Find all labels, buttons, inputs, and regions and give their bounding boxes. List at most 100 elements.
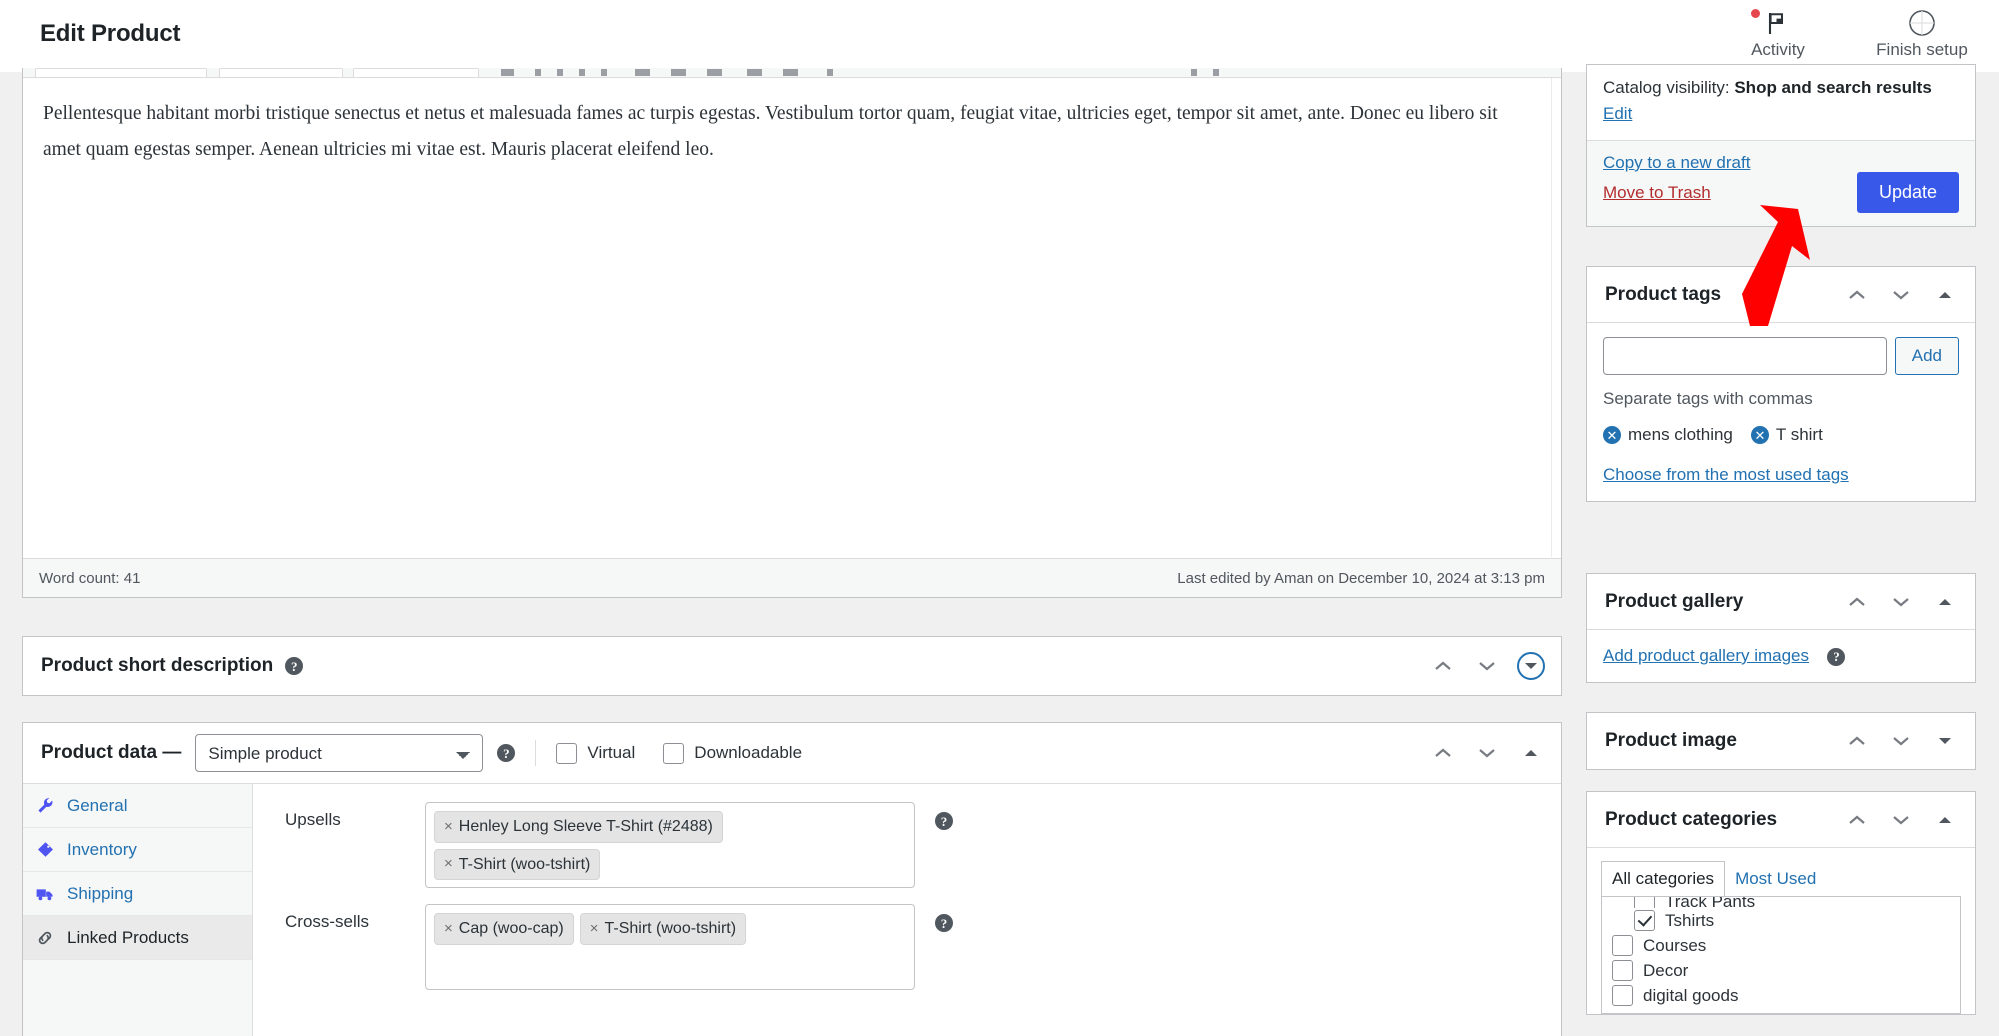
category-item-track-pants[interactable]: Track Pants [1612,897,1950,908]
tab-linked-products[interactable]: Linked Products [23,916,252,960]
category-item-decor[interactable]: Decor [1612,958,1950,983]
category-label: digital goods [1643,985,1739,1005]
product-image-title: Product image [1605,730,1737,751]
help-icon[interactable]: ? [935,812,953,830]
category-tabs: All categories Most Used [1601,860,1961,897]
toggle-panel-icon[interactable] [1931,806,1959,834]
checkbox-box[interactable] [1634,897,1655,908]
upsells-row: Upsells × Henley Long Sleeve T-Shirt (#2… [253,802,1561,904]
truck-icon [35,886,55,902]
checkbox-box[interactable] [1612,985,1633,1006]
tab-inventory[interactable]: Inventory [23,828,252,872]
remove-token-icon[interactable]: × [590,919,599,939]
move-up-icon[interactable] [1843,806,1871,834]
editor-scrollbar[interactable] [1551,78,1561,557]
last-edited: Last edited by Aman on December 10, 2024… [1177,569,1545,587]
remove-tag-icon[interactable]: ✕ [1750,426,1769,444]
category-item-digital-goods[interactable]: digital goods [1612,983,1950,1008]
product-tags-panel: Product tags Add Separate tags with comm… [1586,266,1976,502]
move-up-icon[interactable] [1843,281,1871,309]
move-up-icon[interactable] [1843,588,1871,616]
move-up-icon[interactable] [1843,727,1871,755]
product-data-tabs: General Inventory Shipping Linked Produc… [23,784,253,1036]
product-image-header: Product image [1587,713,1975,769]
token[interactable]: × Cap (woo-cap) [434,913,574,945]
move-up-icon[interactable] [1429,652,1457,680]
remove-tag-icon[interactable]: ✕ [1603,426,1621,444]
notification-dot [1751,9,1760,18]
product-tags-header: Product tags [1587,267,1975,323]
toggle-panel-icon[interactable] [1931,281,1959,309]
product-gallery-header: Product gallery [1587,574,1975,630]
category-label: Courses [1643,935,1707,955]
page-title: Edit Product [40,20,181,47]
move-down-icon[interactable] [1473,652,1501,680]
move-down-icon[interactable] [1887,806,1915,834]
product-gallery-title: Product gallery [1605,590,1744,612]
crosssells-token-input[interactable]: × Cap (woo-cap) × T-Shirt (woo-tshirt) [425,904,915,990]
editor-toolbar-partial[interactable] [23,68,1561,78]
toggle-panel-icon[interactable] [1931,727,1959,755]
product-gallery-panel: Product gallery Add product gallery imag… [1586,573,1976,683]
toggle-panel-icon[interactable] [1517,652,1545,680]
remove-token-icon[interactable]: × [444,854,453,874]
tab-shipping[interactable]: Shipping [23,872,252,916]
remove-token-icon[interactable]: × [444,817,453,837]
token[interactable]: × T-Shirt (woo-tshirt) [579,913,747,945]
help-icon[interactable]: ? [497,744,516,762]
product-data-header: Product data — Simple product ? Virtual … [23,723,1561,784]
add-tag-button[interactable]: Add [1894,337,1959,375]
finish-setup-button[interactable]: Finish setup [1867,4,1977,60]
crosssells-help: ? [915,904,953,933]
product-data-body: General Inventory Shipping Linked Produc… [23,784,1561,1036]
move-down-icon[interactable] [1887,281,1915,309]
token[interactable]: × Henley Long Sleeve T-Shirt (#2488) [434,811,723,843]
token[interactable]: × T-Shirt (woo-tshirt) [434,848,601,881]
toggle-panel-icon[interactable] [1517,739,1545,767]
new-tag-input[interactable] [1603,337,1887,375]
product-image-panel: Product image [1586,712,1976,770]
add-gallery-images-link[interactable]: Add product gallery images [1603,646,1809,666]
move-up-icon[interactable] [1429,739,1457,767]
category-item-tshirts[interactable]: Tshirts [1612,908,1950,933]
checkbox-box[interactable] [1612,960,1633,981]
editor-content-area[interactable]: Pellentesque habitant morbi tristique se… [23,78,1561,557]
linked-products-panel: Upsells × Henley Long Sleeve T-Shirt (#2… [253,784,1561,1036]
upsells-token-input[interactable]: × Henley Long Sleeve T-Shirt (#2488) × T… [425,802,915,888]
move-to-trash-link[interactable]: Move to Trash [1603,183,1711,203]
checkbox-box[interactable] [556,742,578,764]
upsells-help: ? [915,802,953,831]
category-checklist[interactable]: Track Pants Tshirts Courses Decor digita… [1601,896,1961,1014]
category-item-courses[interactable]: Courses [1612,933,1950,958]
downloadable-checkbox[interactable]: Downloadable [663,742,803,764]
checkbox-box[interactable] [1634,910,1655,931]
help-icon[interactable]: ? [1827,647,1846,666]
downloadable-label: Downloadable [694,743,803,762]
choose-most-used-tags-link[interactable]: Choose from the most used tags [1603,465,1849,485]
virtual-checkbox[interactable]: Virtual [556,742,635,764]
catalog-visibility-edit-link[interactable]: Edit [1603,101,1632,127]
product-data-panel: Product data — Simple product ? Virtual … [22,722,1562,1036]
tab-general[interactable]: General [23,784,252,828]
checkbox-box[interactable] [663,742,685,764]
tab-label: Shipping [67,883,134,903]
move-down-icon[interactable] [1887,727,1915,755]
toggle-panel-icon[interactable] [1931,588,1959,616]
tab-all-categories[interactable]: All categories [1601,861,1726,897]
tab-most-used[interactable]: Most Used [1725,862,1826,896]
remove-token-icon[interactable]: × [444,919,453,939]
panel-controls [1843,727,1959,755]
move-down-icon[interactable] [1887,588,1915,616]
copy-to-new-draft-link[interactable]: Copy to a new draft [1603,153,1750,173]
move-down-icon[interactable] [1473,739,1501,767]
update-button[interactable]: Update [1856,172,1959,213]
category-label: Decor [1643,960,1689,980]
help-icon[interactable]: ? [935,914,953,932]
product-type-select[interactable]: Simple product [195,734,484,772]
activity-button[interactable]: Activity [1723,4,1833,60]
token-label: T-Shirt (woo-tshirt) [458,855,591,873]
help-icon[interactable]: ? [285,657,304,675]
checkbox-box[interactable] [1612,935,1633,956]
tag-label: T shirt [1775,425,1823,444]
tab-label: Linked Products [67,927,189,947]
